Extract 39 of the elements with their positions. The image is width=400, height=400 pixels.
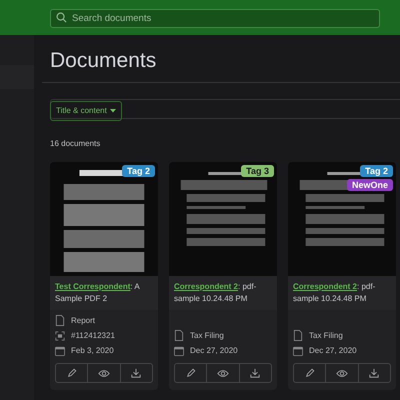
document-icon <box>174 330 184 341</box>
document-title: Correspondent 2: pdf-sample 10.24.48 PM <box>169 276 277 310</box>
correspondent-link[interactable]: Test Correspondent <box>55 282 130 291</box>
tag-badge[interactable]: Tag 2 <box>122 165 155 177</box>
document-icon <box>293 330 303 341</box>
metadata-text: #112412321 <box>71 331 115 340</box>
document-icon <box>55 315 65 326</box>
download-icon <box>131 368 142 378</box>
eye-icon <box>336 368 348 378</box>
search-field[interactable]: Search documents <box>50 9 380 28</box>
metadata-text: Dec 27, 2020 <box>309 346 357 355</box>
tag-badge[interactable]: Tag 2 <box>360 165 393 177</box>
pencil-icon <box>186 368 196 378</box>
eye-icon <box>98 368 110 378</box>
filter-field[interactable]: Title & content <box>50 99 400 119</box>
scan-icon <box>55 330 65 340</box>
calendar-icon <box>174 346 184 356</box>
document-title: Correspondent 2: pdf-sample 10.24.48 PM <box>288 276 396 310</box>
metadata-text: Dec 27, 2020 <box>190 346 238 355</box>
caret-icon <box>110 108 116 112</box>
document-count: 16 documents <box>50 139 102 148</box>
metadata-text: Report <box>71 316 96 325</box>
calendar-icon <box>55 346 65 356</box>
download-icon <box>250 368 260 378</box>
calendar-icon <box>293 346 303 356</box>
tag-badge[interactable]: Tag 3 <box>241 165 274 177</box>
eye-icon <box>216 368 229 378</box>
page-title: Documents <box>50 48 158 74</box>
metadata-text: Tax Filing <box>309 331 343 340</box>
correspondent-link[interactable]: Correspondent 2 <box>293 282 358 291</box>
pencil-icon <box>304 368 315 378</box>
metadata-text: Tax Filing <box>190 331 224 340</box>
tag-badge[interactable]: NewOne <box>346 179 393 191</box>
download-icon <box>369 368 380 378</box>
correspondent-link[interactable]: Correspondent 2 <box>174 282 238 291</box>
metadata-text: Feb 3, 2020 <box>71 346 114 355</box>
document-title: Test Correspondent: A Sample PDF 2 <box>50 276 158 310</box>
pencil-icon <box>66 368 77 378</box>
filter-dropdown[interactable]: Title & content <box>50 100 122 120</box>
